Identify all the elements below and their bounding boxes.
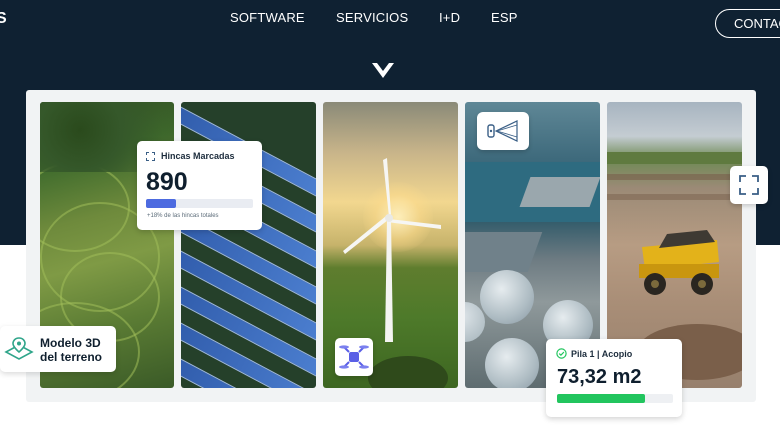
terrain-model-line2: del terreno xyxy=(40,350,103,364)
terrain-model-label: Modelo 3D del terreno xyxy=(40,336,102,364)
nav-link-software[interactable]: SOFTWARE xyxy=(230,10,305,25)
terrain-model-line1: Modelo 3D xyxy=(40,336,101,350)
laser-scanner-icon xyxy=(487,120,518,142)
drone-icon xyxy=(339,345,369,369)
hincas-progress-fill xyxy=(146,199,176,208)
contact-button[interactable]: CONTACTO xyxy=(715,9,780,38)
hincas-card: Hincas Marcadas 890 +18% de las hincas t… xyxy=(137,141,262,230)
nav-link-language[interactable]: ESP xyxy=(491,10,518,25)
pila-progress-fill xyxy=(557,394,646,403)
map-pin-3d-icon xyxy=(4,337,34,360)
pila-progress-bar xyxy=(557,394,673,403)
chevron-down-icon[interactable] xyxy=(371,62,395,80)
expand-button[interactable] xyxy=(730,166,768,204)
hincas-value: 890 xyxy=(146,168,188,196)
check-circle-icon xyxy=(556,348,567,359)
terrain-model-card[interactable]: Modelo 3D del terreno xyxy=(0,326,116,372)
expand-icon xyxy=(739,175,759,195)
scan-button[interactable] xyxy=(477,112,529,150)
hincas-note: +18% de las hincas totales xyxy=(147,213,219,219)
dashed-square-icon xyxy=(146,152,155,161)
drone-button[interactable] xyxy=(335,338,373,376)
pila-value: 73,32 m2 xyxy=(557,366,642,388)
hincas-title: Hincas Marcadas xyxy=(161,151,235,161)
pila-card: Pila 1 | Acopio 73,32 m2 xyxy=(546,339,682,417)
nav-link-servicios[interactable]: SERVICIOS xyxy=(336,10,408,25)
hincas-progress-bar xyxy=(146,199,253,208)
nav-link-id[interactable]: I+D xyxy=(439,10,460,25)
main-nav: SOFTWARE SERVICIOS I+D ESP CONTACTO xyxy=(0,0,780,38)
pila-title: Pila 1 | Acopio xyxy=(571,349,633,359)
